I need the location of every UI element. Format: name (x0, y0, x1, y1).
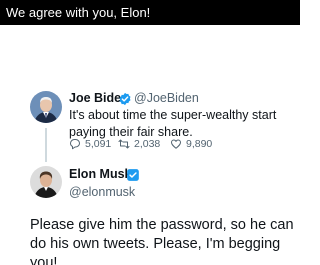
thread-connector-line (45, 128, 47, 162)
like-icon (171, 139, 181, 149)
musk-avatar[interactable] (30, 166, 62, 198)
reply-action[interactable]: 5,091 (69, 137, 111, 151)
caption-text: We agree with you, Elon! (6, 5, 151, 20)
like-count: 9,890 (186, 138, 213, 150)
reply-count: 5,091 (85, 138, 112, 150)
caption-bar: We agree with you, Elon! (0, 0, 300, 25)
biden-handle[interactable]: @JoeBiden (134, 91, 199, 106)
reply-tweet-text: Please give him the password, so he can … (30, 217, 294, 265)
biden-avatar[interactable] (30, 91, 62, 123)
reply-icon (70, 139, 80, 150)
retweet-action[interactable]: 2,038 (118, 137, 160, 151)
quoted-tweet-text: It's about time the super-wealthy start … (69, 108, 277, 139)
verified-badge-icon (118, 92, 132, 106)
retweet-count: 2,038 (134, 138, 161, 150)
meme-screenshot: We agree with you, Elon! Joe Biden @JoeB… (0, 0, 300, 265)
musk-handle[interactable]: @elonmusk (69, 185, 135, 200)
like-action[interactable]: 9,890 (170, 137, 212, 151)
verified-badge-icon (126, 168, 140, 182)
musk-display-name[interactable]: Elon Musk (69, 167, 132, 182)
retweet-icon (118, 139, 130, 149)
